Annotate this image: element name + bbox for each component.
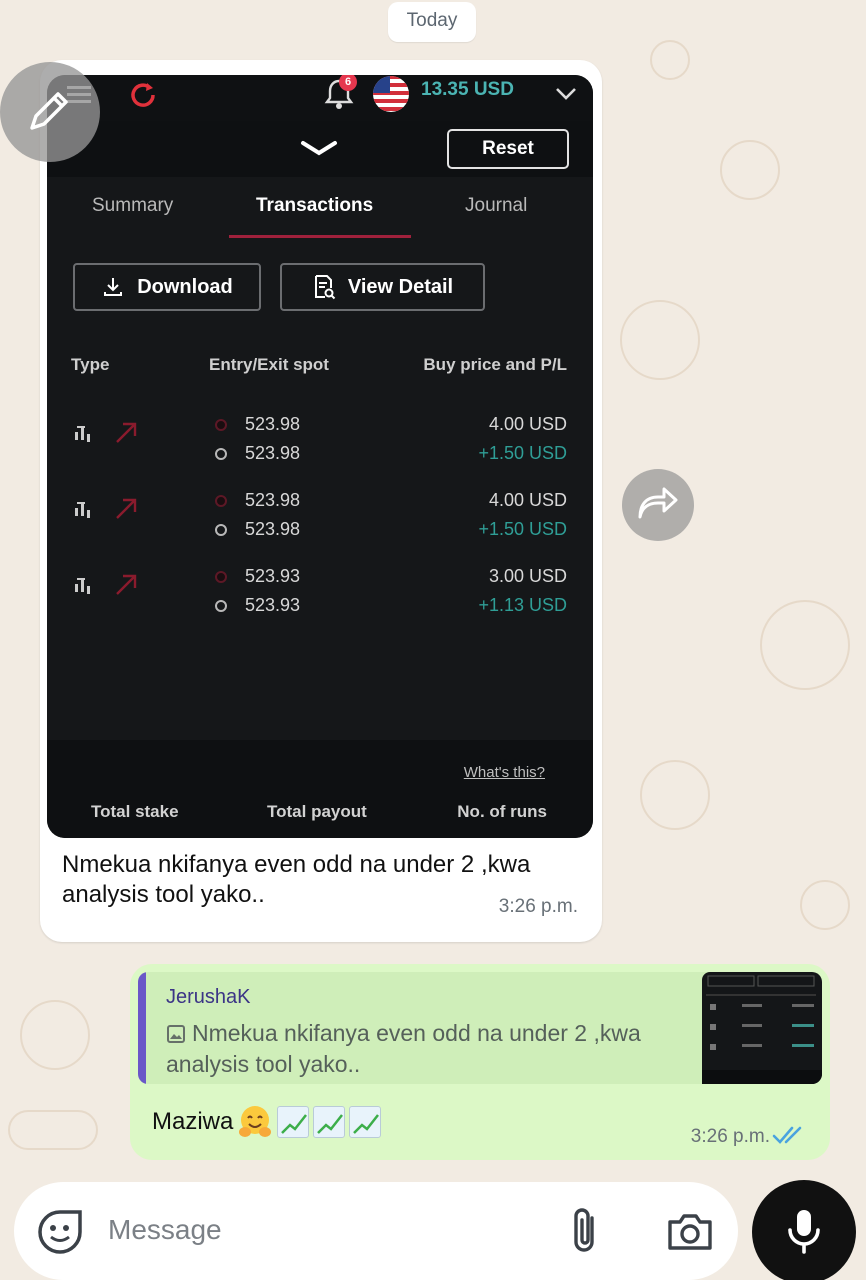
us-flag-icon <box>373 76 409 112</box>
whats-this-link: What's this? <box>463 764 545 781</box>
forward-icon <box>638 487 678 519</box>
panel-header: Reset <box>47 121 593 177</box>
buy-price: 3.00 USD <box>488 566 567 586</box>
total-stake-label: Total stake <box>91 802 179 821</box>
entry-spot-marker <box>215 495 227 507</box>
chevron-down-icon <box>556 88 576 100</box>
entry-spot: 523.98 <box>245 414 301 434</box>
paperclip-icon[interactable] <box>568 1206 602 1256</box>
view-detail-label: View Detail <box>347 275 454 298</box>
candlestick-icon <box>75 578 90 594</box>
image-icon <box>167 1025 185 1043</box>
runs-count-label: No. of runs <box>457 802 547 821</box>
account-balance: 13.35 USD <box>421 79 514 100</box>
forward-button[interactable] <box>622 469 694 541</box>
quoted-message[interactable]: JerushaK Nmekua nkifanya even odd na und… <box>138 972 822 1084</box>
camera-icon[interactable] <box>666 1210 714 1252</box>
document-search-icon <box>314 275 336 300</box>
sticker-icon[interactable] <box>36 1208 84 1256</box>
candlestick-icon <box>75 426 90 442</box>
exit-spot-marker <box>215 524 227 536</box>
active-tab-indicator <box>229 235 411 238</box>
microphone-icon <box>788 1210 820 1254</box>
column-type: Type <box>71 355 110 374</box>
quote-accent-bar <box>138 972 146 1084</box>
message-timestamp: 3:26 p.m. <box>690 1126 770 1147</box>
thumbnail-preview <box>702 975 822 1084</box>
collapse-chevron-icon <box>301 141 337 156</box>
rise-arrow-icon <box>116 422 137 443</box>
entry-spot: 523.98 <box>245 490 301 510</box>
buy-price: 4.00 USD <box>488 490 567 510</box>
entry-spot-marker <box>215 419 227 431</box>
incoming-message-bubble[interactable]: 6 13.35 USD Reset Summary Transactions J… <box>40 60 602 942</box>
transaction-row: 523.98 523.98 4.00 USD +1.50 USD <box>47 410 593 472</box>
chart-increasing-emoji-icon <box>277 1106 310 1138</box>
tab-journal: Journal <box>465 195 528 216</box>
exit-spot: 523.98 <box>245 519 301 539</box>
message-timestamp: 3:26 p.m. <box>498 896 578 917</box>
exit-spot-marker <box>215 600 227 612</box>
quote-text: Nmekua nkifanya even odd na under 2 ,kwa… <box>166 1020 641 1077</box>
entry-spot: 523.93 <box>245 566 301 586</box>
rise-arrow-icon <box>116 498 137 519</box>
transaction-row: 523.93 523.93 3.00 USD +1.13 USD <box>47 562 593 624</box>
rise-arrow-icon <box>116 574 137 595</box>
entry-spot-marker <box>215 571 227 583</box>
exit-spot-marker <box>215 448 227 460</box>
quote-thumbnail <box>702 972 822 1084</box>
hugging-face-emoji-icon <box>239 1106 272 1137</box>
pencil-icon <box>30 92 68 130</box>
profit-loss: +1.50 USD <box>478 519 567 539</box>
chart-increasing-emoji-icon <box>313 1106 346 1138</box>
profit-loss: +1.13 USD <box>478 595 567 615</box>
date-chip: Today <box>388 2 476 42</box>
outgoing-message-text: Maziwa <box>152 1108 234 1135</box>
edit-image-button[interactable] <box>0 62 100 162</box>
reset-button: Reset <box>447 129 569 169</box>
transaction-row: 523.98 523.98 4.00 USD +1.50 USD <box>47 486 593 548</box>
read-receipt-icon <box>772 1126 802 1144</box>
outgoing-message-bubble[interactable]: JerushaK Nmekua nkifanya even odd na und… <box>130 964 830 1160</box>
exit-spot: 523.93 <box>245 595 301 615</box>
profit-loss: +1.50 USD <box>478 443 567 463</box>
voice-record-button[interactable] <box>752 1180 856 1280</box>
download-icon <box>104 278 123 296</box>
app-top-bar: 6 13.35 USD <box>47 75 593 121</box>
tab-transactions: Transactions <box>256 195 374 216</box>
view-detail-button: View Detail <box>280 263 485 311</box>
quote-preview: Nmekua nkifanya even odd na under 2 ,kwa… <box>166 1018 666 1080</box>
totals-footer: What's this? Total stake Total payout No… <box>47 740 593 838</box>
column-entry-exit: Entry/Exit spot <box>209 355 329 374</box>
quote-author: JerushaK <box>166 986 251 1008</box>
candlestick-icon <box>75 502 90 518</box>
message-input[interactable]: Message <box>108 1214 222 1246</box>
download-label: Download <box>137 275 233 298</box>
column-buy-price-pl: Buy price and P/L <box>423 355 567 374</box>
attached-screenshot[interactable]: 6 13.35 USD Reset Summary Transactions J… <box>47 75 593 838</box>
download-button: Download <box>73 263 261 311</box>
outgoing-message-content: Maziwa <box>152 1104 382 1140</box>
message-composer[interactable]: Message <box>14 1182 738 1280</box>
chart-increasing-emoji-icon <box>349 1106 382 1138</box>
buy-price: 4.00 USD <box>488 414 567 434</box>
notifications-bell: 6 <box>323 75 357 116</box>
total-payout-label: Total payout <box>267 802 367 821</box>
exit-spot: 523.98 <box>245 443 301 463</box>
tab-summary: Summary <box>92 195 174 216</box>
refresh-icon <box>131 83 155 107</box>
